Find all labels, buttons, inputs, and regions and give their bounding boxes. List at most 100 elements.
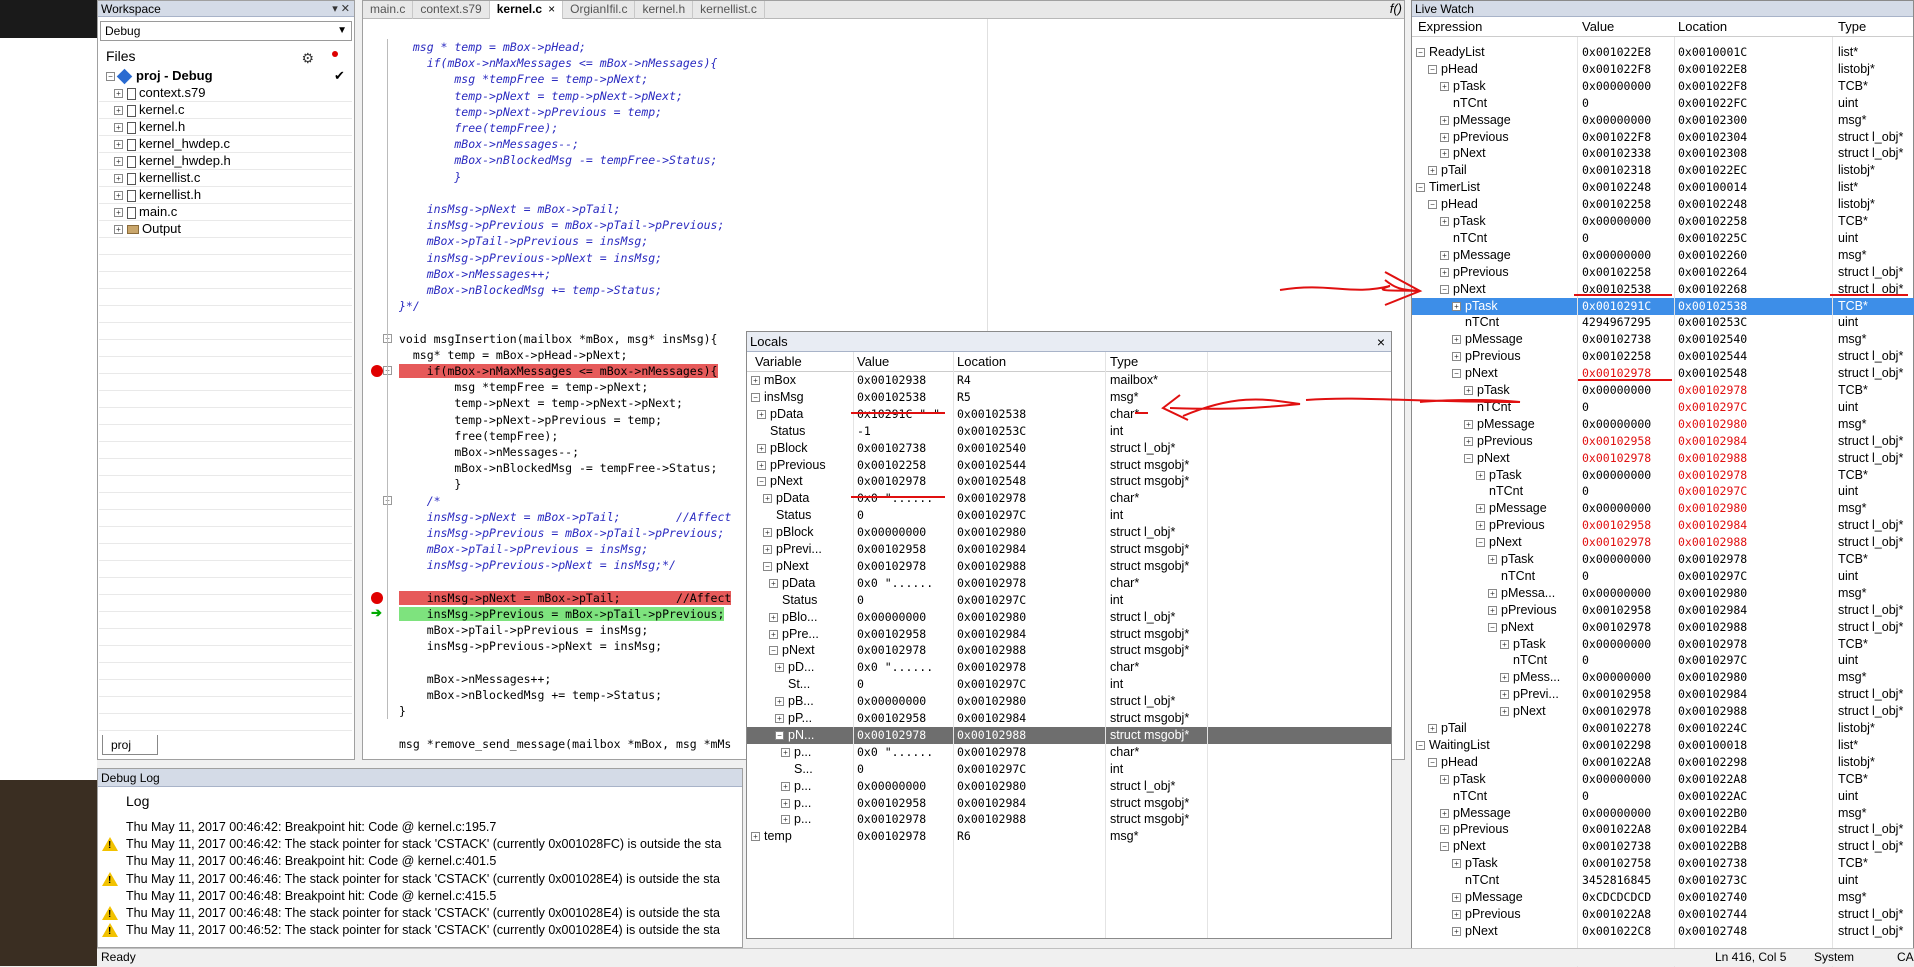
- expand-toggle-icon[interactable]: +: [1476, 521, 1485, 531]
- var-value[interactable]: 0x001022A8: [1582, 906, 1674, 923]
- expand-toggle-icon[interactable]: −: [757, 477, 766, 487]
- live_watch-row[interactable]: + pMessage 0x00000000 0x001022B0 msg*: [1412, 805, 1914, 822]
- expand-toggle-icon[interactable]: −: [1428, 64, 1437, 74]
- var-value[interactable]: 0: [1582, 483, 1674, 500]
- expand-toggle-icon[interactable]: +: [1464, 386, 1473, 395]
- var-value[interactable]: 0x00102248: [1582, 179, 1674, 196]
- breakpoint-icon[interactable]: [371, 365, 383, 377]
- expand-toggle-icon[interactable]: +: [1464, 436, 1473, 446]
- expand-toggle-icon[interactable]: +: [1440, 217, 1449, 226]
- code-line[interactable]: mBox->nMessages--;: [399, 136, 579, 152]
- locals-row[interactable]: Status -1 0x0010253C int: [747, 423, 1391, 440]
- col-variable[interactable]: Variable: [755, 354, 802, 369]
- file-node[interactable]: + kernel_hwdep.h: [106, 152, 354, 169]
- live_watch-row[interactable]: nTCnt 0 0x001022AC uint: [1412, 788, 1914, 805]
- log-entry[interactable]: Thu May 11, 2017 00:46:46: The stack poi…: [126, 871, 720, 888]
- code-line[interactable]: msg *tempFree = temp->pNext;: [399, 379, 648, 395]
- code-line[interactable]: insMsg->pPrevious = mBox->pTail->pPrevio…: [399, 525, 725, 541]
- locals-row[interactable]: + p... 0x00000000 0x00102980 struct l_obj*: [747, 778, 1391, 795]
- code-line[interactable]: mBox->pTail->pPrevious = insMsg;: [399, 541, 649, 557]
- file-node[interactable]: + kernellist.h: [106, 186, 354, 203]
- var-value[interactable]: 0x00102978: [857, 727, 953, 744]
- locals-row[interactable]: + pD... 0x0 "...... 0x00102978 char*: [747, 659, 1391, 676]
- live_watch-row[interactable]: − pHead 0x001022F8 0x001022E8 listobj*: [1412, 61, 1914, 78]
- var-value[interactable]: 0x00102738: [857, 440, 953, 457]
- var-value[interactable]: 0x00102958: [857, 626, 953, 643]
- locals-titlebar[interactable]: Locals ×: [747, 332, 1391, 352]
- var-value[interactable]: 0x00000000: [1582, 416, 1674, 433]
- live_watch-row[interactable]: − pNext 0x00102978 0x00102548 struct l_obj*: [1412, 365, 1914, 382]
- var-value[interactable]: 0x00000000: [1582, 247, 1674, 264]
- expand-toggle-icon[interactable]: +: [1452, 335, 1461, 345]
- var-value[interactable]: 0x10291C " ": [857, 406, 953, 423]
- live_watch-row[interactable]: + pPrevious 0x001022A8 0x001022B4 struct l_o…: [1412, 821, 1914, 838]
- locals-row[interactable]: + pB... 0x00000000 0x00102980 struct l_obj*: [747, 693, 1391, 710]
- var-value[interactable]: 0x00102538: [857, 389, 953, 406]
- var-value[interactable]: 0x00000000: [857, 693, 953, 710]
- live_watch-row[interactable]: nTCnt 0 0x0010297C uint: [1412, 652, 1914, 669]
- expand-icon[interactable]: +: [114, 225, 123, 235]
- expand-toggle-icon[interactable]: +: [763, 545, 772, 554]
- expand-toggle-icon[interactable]: +: [775, 714, 784, 723]
- live_watch-row[interactable]: − pNext 0x00102978 0x00102988 struct l_obj*: [1412, 534, 1914, 551]
- var-value[interactable]: 0x00102978: [1582, 534, 1674, 551]
- live_watch-row[interactable]: − pNext 0x00102738 0x001022B8 struct l_obj*: [1412, 838, 1914, 855]
- collapse-icon[interactable]: −: [106, 72, 115, 82]
- live_watch-row[interactable]: nTCnt 0 0x0010225C uint: [1412, 230, 1914, 247]
- code-line[interactable]: free(tempFree);: [399, 120, 558, 136]
- expand-toggle-icon[interactable]: +: [775, 697, 784, 707]
- var-value[interactable]: 0x00102978: [857, 828, 953, 845]
- code-line[interactable]: insMsg->pPrevious = mBox->pTail->pPrevio…: [399, 606, 725, 622]
- live_watch-row[interactable]: nTCnt 0 0x0010297C uint: [1412, 568, 1914, 585]
- live_watch-row[interactable]: − TimerList 0x00102248 0x00100014 list*: [1412, 179, 1914, 196]
- expand-toggle-icon[interactable]: +: [1440, 250, 1449, 260]
- var-value[interactable]: 0xCDCDCDCD: [1582, 889, 1674, 906]
- gear-icon[interactable]: ⚙: [301, 47, 314, 69]
- var-value[interactable]: 0x00102978: [857, 473, 953, 490]
- code-line[interactable]: msg * temp = mBox->pHead;: [399, 39, 586, 55]
- expand-toggle-icon[interactable]: −: [1428, 200, 1437, 210]
- code-line[interactable]: mBox->nBlockedMsg += temp->Status;: [399, 687, 662, 703]
- col-type[interactable]: Type: [1838, 19, 1866, 34]
- live_watch-row[interactable]: + pPrevious 0x00102958 0x00102984 struct l_o…: [1412, 433, 1914, 450]
- var-value[interactable]: 0x00102298: [1582, 737, 1674, 754]
- live_watch-row[interactable]: − WaitingList 0x00102298 0x00100018 list*: [1412, 737, 1914, 754]
- locals-row[interactable]: + pBlo... 0x00000000 0x00102980 struct l_obj…: [747, 609, 1391, 626]
- expand-toggle-icon[interactable]: −: [769, 646, 778, 656]
- code-line[interactable]: mBox->pTail->pPrevious = insMsg;: [399, 622, 649, 638]
- col-location[interactable]: Location: [957, 354, 1006, 369]
- live_watch-row[interactable]: + pPrevious 0x00102258 0x00102544 struct l_o…: [1412, 348, 1914, 365]
- editor-tab[interactable]: OrgianIfil.c: [563, 1, 636, 19]
- expand-toggle-icon[interactable]: +: [1500, 707, 1509, 717]
- live_watch-row[interactable]: + pMessage 0x00000000 0x00102300 msg*: [1412, 112, 1914, 129]
- code-line[interactable]: }: [399, 169, 461, 185]
- expand-toggle-icon[interactable]: +: [1488, 555, 1497, 564]
- var-value[interactable]: 0x00000000: [857, 609, 953, 626]
- expand-toggle-icon[interactable]: +: [781, 815, 790, 825]
- code-line[interactable]: mBox->nBlockedMsg -= tempFree->Status;: [399, 460, 717, 476]
- var-value[interactable]: 0x00000000: [1582, 500, 1674, 517]
- expand-icon[interactable]: +: [114, 140, 123, 150]
- locals-row[interactable]: + pBlock 0x00000000 0x00102980 struct l_obj*: [747, 524, 1391, 541]
- expand-toggle-icon[interactable]: −: [1440, 842, 1449, 852]
- var-value[interactable]: 0: [1582, 95, 1674, 112]
- var-value[interactable]: 0x00102958: [1582, 686, 1674, 703]
- var-value[interactable]: 0x00000000: [857, 524, 953, 541]
- live_watch-row[interactable]: nTCnt 0 0x001022FC uint: [1412, 95, 1914, 112]
- var-value[interactable]: 0: [1582, 568, 1674, 585]
- col-value[interactable]: Value: [857, 354, 889, 369]
- expand-toggle-icon[interactable]: +: [757, 409, 766, 419]
- expand-toggle-icon[interactable]: +: [775, 663, 784, 673]
- expand-toggle-icon[interactable]: +: [1464, 419, 1473, 429]
- code-line[interactable]: mBox->nMessages--;: [399, 444, 579, 460]
- var-value[interactable]: 4294967295: [1582, 314, 1674, 331]
- var-value[interactable]: 0x00000000: [1582, 636, 1674, 653]
- expand-toggle-icon[interactable]: +: [751, 376, 760, 385]
- var-value[interactable]: 0x00102958: [1582, 602, 1674, 619]
- live_watch-row[interactable]: + pMessage 0x00000000 0x00102980 msg*: [1412, 416, 1914, 433]
- expand-toggle-icon[interactable]: +: [1440, 267, 1449, 277]
- var-value[interactable]: 0x00000000: [1582, 551, 1674, 568]
- live_watch-row[interactable]: + pMessa... 0x00000000 0x00102980 msg*: [1412, 585, 1914, 602]
- expand-toggle-icon[interactable]: −: [1440, 284, 1449, 294]
- live_watch-row[interactable]: − pNext 0x00102978 0x00102988 struct l_obj*: [1412, 450, 1914, 467]
